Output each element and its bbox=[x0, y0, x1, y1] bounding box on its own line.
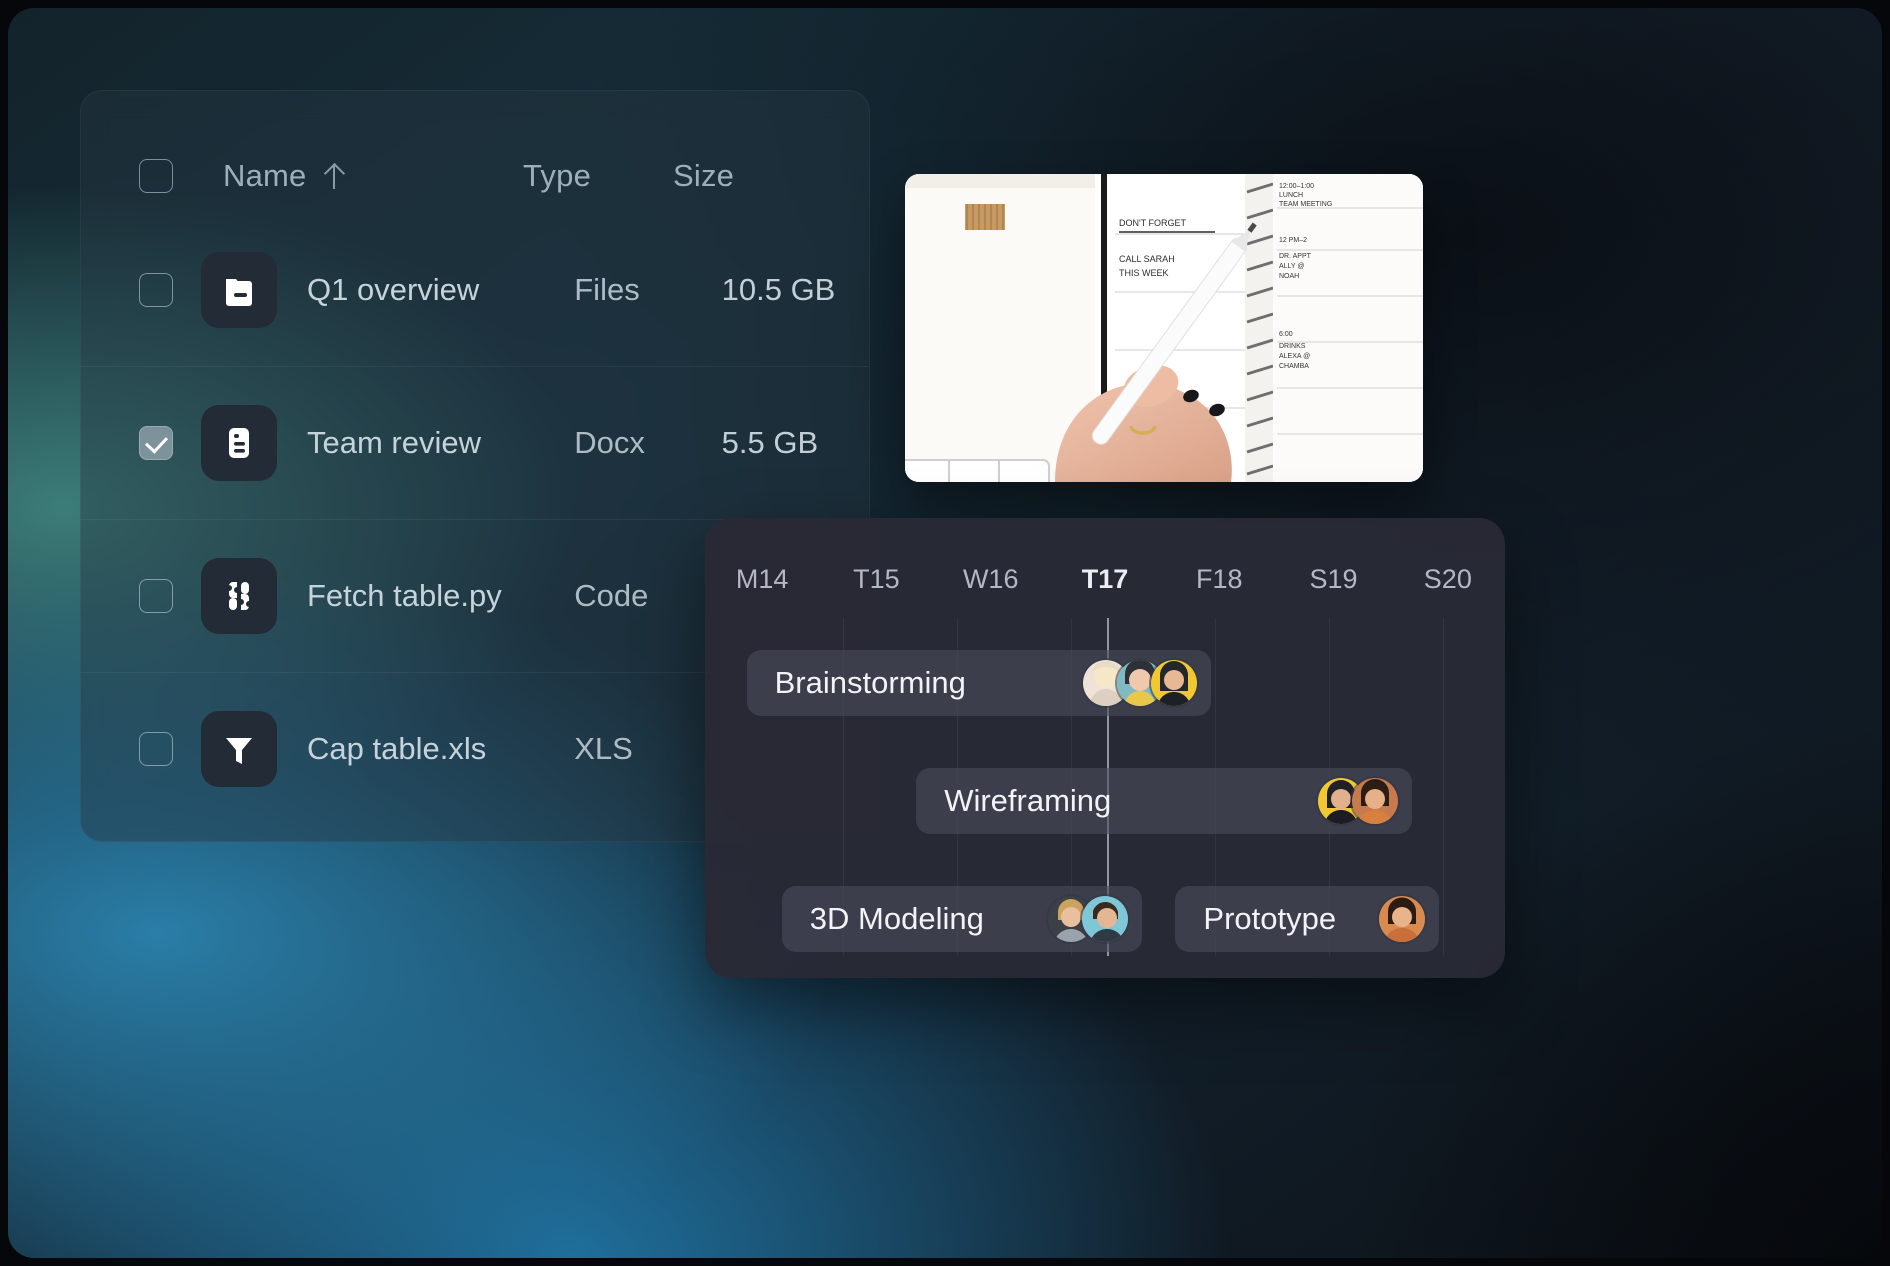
column-header-type-label: Type bbox=[523, 158, 592, 193]
sort-ascending-icon[interactable] bbox=[323, 163, 345, 189]
timeline-day[interactable]: S20 bbox=[1391, 564, 1505, 595]
timeline-task-bar[interactable]: Wireframing bbox=[916, 768, 1413, 834]
column-header-name-label: Name bbox=[223, 158, 307, 193]
timeline-grid: Brainstorming Wireframing 3D Modeling Pr… bbox=[705, 618, 1505, 978]
avatar[interactable] bbox=[1352, 778, 1399, 824]
task-label: Brainstorming bbox=[774, 665, 966, 700]
file-type: Docx bbox=[574, 424, 645, 460]
file-type: Code bbox=[574, 577, 649, 613]
row-checkbox[interactable] bbox=[139, 731, 173, 766]
avatar-stack[interactable] bbox=[1379, 896, 1426, 942]
svg-text:NOAH: NOAH bbox=[1279, 273, 1299, 280]
table-row[interactable]: Q1 overview Files 10.5 GB bbox=[81, 213, 869, 366]
funnel-icon bbox=[201, 710, 277, 787]
document-icon bbox=[201, 404, 277, 481]
column-header-type[interactable]: Type bbox=[523, 158, 673, 194]
file-name: Team review bbox=[307, 424, 481, 460]
timeline-panel: M14 T15 W16 T17 F18 S19 S20 Brainstormin… bbox=[705, 518, 1505, 978]
desktop-stage: Name Type Size Q1 overview Files 10.5 GB… bbox=[8, 8, 1882, 1258]
notebook-photo-card[interactable]: DON'T FORGET CALL SARAH THIS WEEK 12:00–… bbox=[905, 174, 1423, 482]
column-header-size[interactable]: Size bbox=[673, 158, 823, 194]
svg-text:ALEXA @: ALEXA @ bbox=[1279, 353, 1310, 360]
select-all-checkbox[interactable] bbox=[139, 159, 173, 193]
file-browser-header-row: Name Type Size bbox=[81, 139, 869, 213]
task-label: Wireframing bbox=[944, 783, 1112, 818]
column-header-name[interactable]: Name bbox=[223, 158, 523, 194]
file-name: Fetch table.py bbox=[307, 577, 502, 613]
file-name: Cap table.xls bbox=[307, 730, 487, 766]
folder-icon bbox=[201, 251, 277, 328]
timeline-day-today[interactable]: T17 bbox=[1048, 564, 1162, 595]
timeline-day[interactable]: M14 bbox=[705, 564, 819, 595]
svg-text:ALLY @: ALLY @ bbox=[1279, 263, 1305, 270]
timeline-day[interactable]: T15 bbox=[819, 564, 933, 595]
avatar-stack[interactable] bbox=[1082, 660, 1197, 706]
file-type: Files bbox=[574, 271, 640, 307]
column-header-size-label: Size bbox=[673, 158, 735, 193]
timeline-task-bar[interactable]: Prototype bbox=[1175, 886, 1440, 952]
svg-text:DRINKS: DRINKS bbox=[1279, 343, 1306, 350]
grid-line bbox=[1442, 618, 1444, 956]
svg-text:12:00–1:00: 12:00–1:00 bbox=[1279, 183, 1314, 190]
timeline-day-header: M14 T15 W16 T17 F18 S19 S20 bbox=[705, 564, 1505, 595]
avatar-stack[interactable] bbox=[1047, 896, 1128, 942]
timeline-day[interactable]: S19 bbox=[1276, 564, 1390, 595]
svg-text:DON'T FORGET: DON'T FORGET bbox=[1119, 218, 1187, 228]
svg-text:TEAM MEETING: TEAM MEETING bbox=[1279, 201, 1332, 208]
svg-text:CHAMBA: CHAMBA bbox=[1279, 363, 1309, 370]
svg-text:12 PM–2: 12 PM–2 bbox=[1279, 237, 1307, 244]
row-checkbox[interactable] bbox=[139, 272, 173, 307]
svg-text:CALL SARAH: CALL SARAH bbox=[1119, 254, 1175, 264]
file-size: 10.5 GB bbox=[721, 271, 836, 307]
task-label: 3D Modeling bbox=[809, 901, 984, 936]
timeline-day[interactable]: F18 bbox=[1162, 564, 1276, 595]
timeline-task-bar[interactable]: Brainstorming bbox=[746, 650, 1211, 716]
avatar-stack[interactable] bbox=[1318, 778, 1399, 824]
svg-text:6:00: 6:00 bbox=[1279, 331, 1293, 338]
avatar[interactable] bbox=[1379, 896, 1426, 942]
svg-text:DR. APPT: DR. APPT bbox=[1279, 253, 1312, 260]
row-checkbox[interactable] bbox=[139, 425, 173, 460]
task-label: Prototype bbox=[1203, 901, 1337, 936]
screenshot-root: Name Type Size Q1 overview Files 10.5 GB… bbox=[0, 0, 1890, 1266]
timeline-day[interactable]: W16 bbox=[934, 564, 1048, 595]
row-checkbox[interactable] bbox=[139, 578, 173, 613]
svg-text:THIS WEEK: THIS WEEK bbox=[1119, 268, 1169, 278]
avatar[interactable] bbox=[1150, 660, 1197, 706]
file-name: Q1 overview bbox=[307, 271, 480, 307]
table-row[interactable]: Team review Docx 5.5 GB bbox=[81, 366, 869, 519]
file-type: XLS bbox=[574, 730, 633, 766]
code-puzzle-icon bbox=[201, 557, 277, 634]
file-size: 5.5 GB bbox=[721, 424, 819, 460]
svg-text:LUNCH: LUNCH bbox=[1279, 192, 1303, 199]
avatar[interactable] bbox=[1081, 896, 1128, 942]
timeline-task-bar[interactable]: 3D Modeling bbox=[781, 886, 1142, 952]
